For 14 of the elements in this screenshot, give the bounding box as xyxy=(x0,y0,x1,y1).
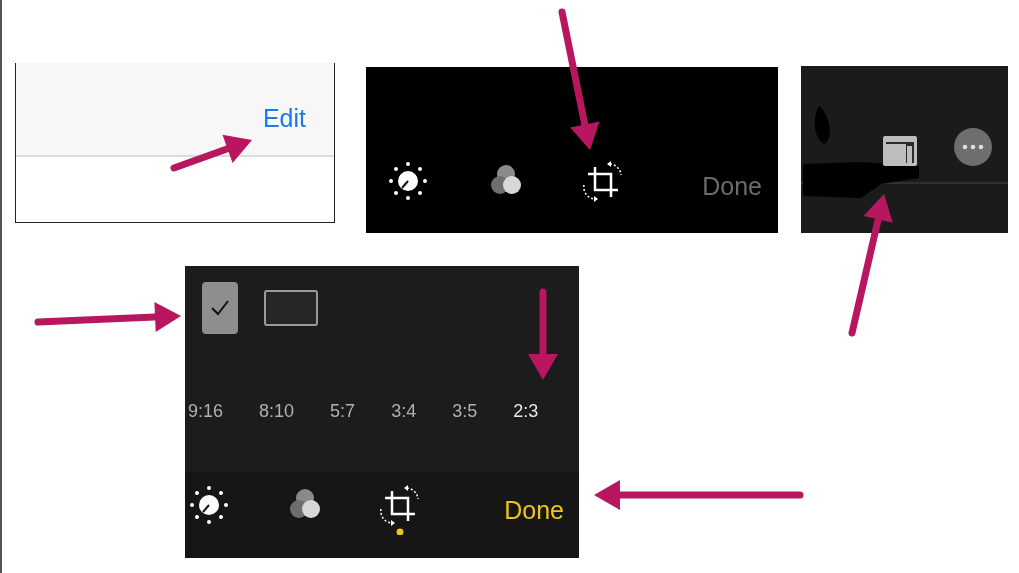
more-icon[interactable] xyxy=(954,128,992,166)
ratio-option[interactable]: 3:5 xyxy=(452,400,478,422)
done-button[interactable]: Done xyxy=(702,171,762,201)
checkbox[interactable] xyxy=(202,282,238,334)
ratio-option[interactable]: 9:16 xyxy=(188,400,224,422)
ratio-option[interactable]: 3:4 xyxy=(391,400,417,422)
ratio-option[interactable]: 8:10 xyxy=(259,400,295,422)
edit-button[interactable]: Edit xyxy=(262,103,306,133)
done-button[interactable]: Done xyxy=(504,495,564,525)
ratio-option[interactable]: 5:7 xyxy=(330,400,356,422)
layout-icon[interactable] xyxy=(883,136,917,166)
checkmark-icon xyxy=(210,299,230,317)
landscape-button[interactable] xyxy=(264,290,318,326)
ratio-option[interactable]: 2:3 xyxy=(513,400,539,422)
